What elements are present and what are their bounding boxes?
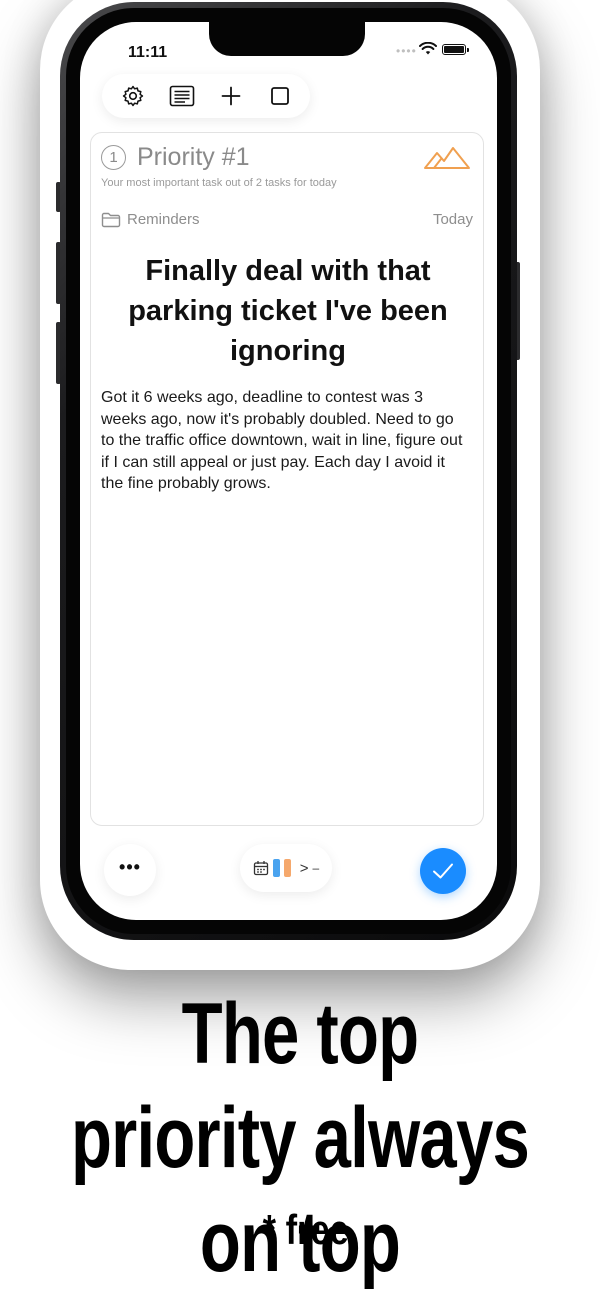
notch (209, 22, 365, 56)
task-title[interactable]: Finally deal with that parking ticket I'… (103, 251, 473, 371)
settings-button[interactable] (113, 76, 153, 116)
priority-header: 1 Priority #1 (101, 143, 250, 172)
checkmark-icon (433, 863, 453, 879)
task-notes[interactable]: Got it 6 weeks ago, deadline to contest … (101, 387, 471, 495)
phone-bezel: 11:11 •••• 1 Priority #1 Your most impor… (66, 8, 511, 934)
list-indicator[interactable]: Reminders (101, 211, 200, 228)
ellipsis-icon: ••• (119, 856, 141, 877)
calendar-icon (253, 861, 268, 876)
window-button[interactable] (260, 76, 300, 116)
gear-icon (122, 85, 143, 107)
battery-icon (442, 44, 469, 55)
top-toolbar (102, 74, 310, 118)
app-screen: 11:11 •••• 1 Priority #1 Your most impor… (80, 22, 497, 920)
list-icon (169, 85, 194, 107)
list-view-button[interactable] (162, 76, 202, 116)
priority-subtitle: Your most important task out of 2 tasks … (101, 177, 337, 189)
chevron-right-icon: > (299, 859, 309, 877)
schedule-selector-button[interactable]: > – (240, 844, 332, 892)
list-name: Reminders (127, 211, 200, 228)
more-options-button[interactable]: ••• (104, 844, 156, 896)
dash-text: – (312, 861, 320, 875)
wifi-icon (419, 41, 437, 61)
due-date[interactable]: Today (433, 211, 473, 228)
plus-icon (221, 86, 240, 106)
folder-icon (101, 212, 121, 227)
blue-bar-icon (272, 859, 280, 877)
priority-card[interactable]: 1 Priority #1 Your most important task o… (90, 132, 484, 826)
priority-number-badge: 1 (101, 145, 126, 170)
free-note: * free (262, 1206, 349, 1253)
priority-label: Priority #1 (137, 143, 250, 171)
complete-task-button[interactable] (420, 848, 466, 894)
mountains-icon[interactable] (423, 145, 471, 176)
add-task-button[interactable] (211, 76, 251, 116)
orange-bar-icon (283, 859, 291, 877)
square-icon (270, 87, 289, 105)
page: 11:11 •••• 1 Priority #1 Your most impor… (0, 0, 600, 1299)
status-time: 11:11 (128, 44, 168, 61)
signal-icon: •••• (396, 44, 417, 58)
phone-frame: 11:11 •••• 1 Priority #1 Your most impor… (60, 2, 517, 940)
